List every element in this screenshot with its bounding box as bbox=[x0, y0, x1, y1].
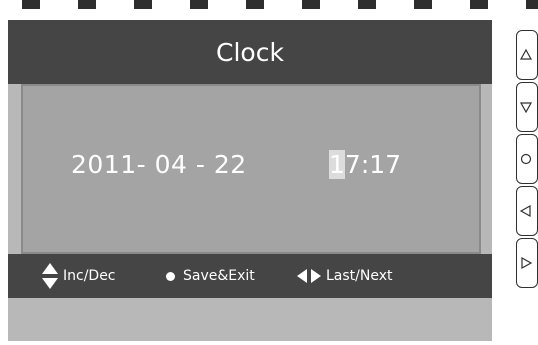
triangle-down-icon bbox=[519, 102, 533, 114]
date-sep-1: - bbox=[136, 150, 155, 179]
time-minute[interactable]: 17 bbox=[369, 150, 401, 179]
left-button[interactable] bbox=[516, 186, 538, 236]
hint-inc-dec-label: Inc/Dec bbox=[63, 268, 116, 284]
triangle-up-icon bbox=[519, 48, 533, 60]
footer-hint-bar: Inc/Dec Save&Exit Last/Next bbox=[8, 254, 492, 298]
circle-icon bbox=[520, 153, 532, 165]
hint-last-next-label: Last/Next bbox=[326, 268, 393, 284]
ok-button[interactable] bbox=[516, 134, 538, 184]
date-sep-2: - bbox=[187, 150, 214, 179]
date-day[interactable]: 22 bbox=[214, 150, 247, 179]
date-field[interactable]: 2011- 04 - 22 bbox=[71, 150, 247, 179]
up-down-arrow-icon bbox=[42, 263, 58, 289]
hint-last-next: Last/Next bbox=[296, 254, 393, 298]
left-right-arrow-icon bbox=[297, 269, 321, 283]
clock-panel: 2011- 04 - 22 17:17 bbox=[21, 84, 481, 254]
date-year[interactable]: 2011 bbox=[71, 150, 137, 179]
page-title: Clock bbox=[216, 37, 284, 67]
time-colon: : bbox=[360, 150, 370, 179]
triangle-right-icon bbox=[521, 256, 533, 270]
time-cursor-digit[interactable]: 1 bbox=[329, 150, 345, 179]
down-button[interactable] bbox=[516, 82, 538, 132]
side-button-panel bbox=[516, 30, 538, 292]
hint-inc-dec: Inc/Dec bbox=[41, 254, 116, 298]
device-bezel-top bbox=[0, 0, 538, 9]
date-month[interactable]: 04 bbox=[155, 150, 188, 179]
hint-save-exit-label: Save&Exit bbox=[183, 268, 255, 284]
title-bar: Clock bbox=[8, 20, 492, 84]
time-hour-rest[interactable]: 7 bbox=[345, 150, 361, 179]
circle-icon bbox=[166, 271, 175, 281]
up-button[interactable] bbox=[516, 30, 538, 80]
hint-save-exit: Save&Exit bbox=[166, 254, 255, 298]
time-field[interactable]: 17:17 bbox=[329, 150, 401, 179]
clock-screen: Clock 2011- 04 - 22 17:17 Inc/Dec Save&E… bbox=[8, 20, 492, 341]
triangle-left-icon bbox=[519, 204, 531, 218]
right-button[interactable] bbox=[516, 238, 538, 288]
